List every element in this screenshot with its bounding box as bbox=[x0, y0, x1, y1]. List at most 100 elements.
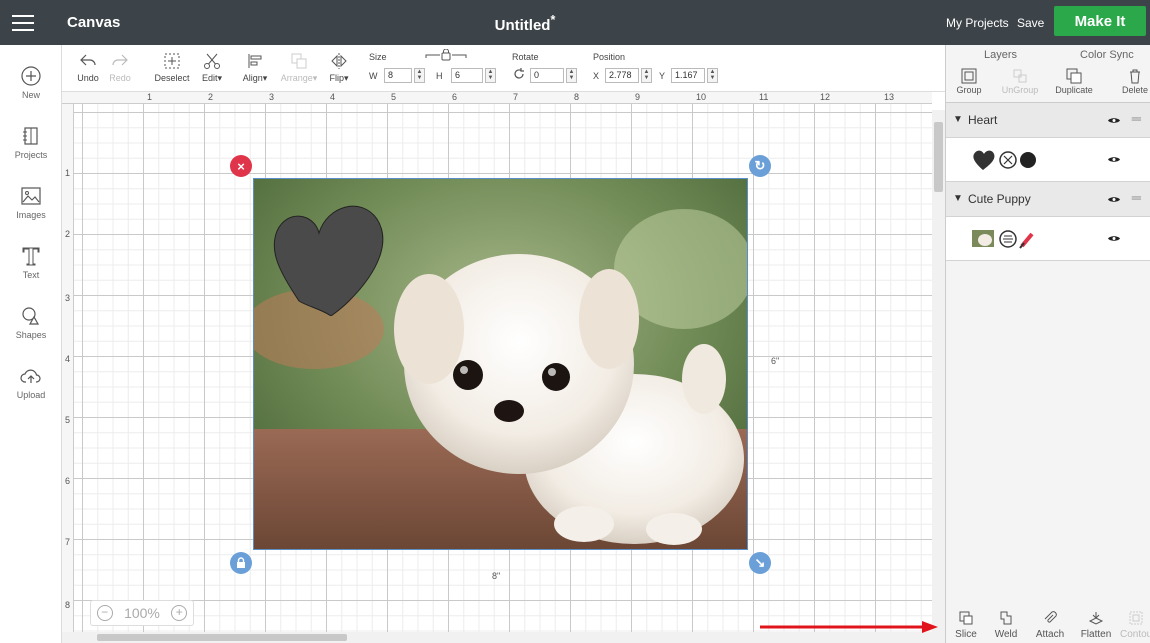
cute-puppy-image[interactable] bbox=[253, 178, 748, 550]
position-label: Position bbox=[593, 52, 626, 62]
height-dimension-label: 6" bbox=[771, 356, 780, 366]
scrollbar-thumb[interactable] bbox=[97, 634, 347, 641]
collapse-arrow-icon[interactable]: ▼ bbox=[953, 114, 963, 125]
lock-aspect-icon[interactable] bbox=[424, 49, 468, 61]
zoom-out-button[interactable]: − bbox=[96, 605, 113, 621]
tab-layers[interactable]: Layers bbox=[984, 49, 1017, 61]
layer-group-heart[interactable]: ▼ Heart ═ bbox=[946, 103, 1150, 138]
layer-actions: Group UnGroup Duplicate Delete bbox=[946, 65, 1150, 103]
drag-handle-icon[interactable]: ═ bbox=[1132, 111, 1141, 126]
heart-shape[interactable] bbox=[269, 201, 389, 316]
layer-name: Cute Puppy bbox=[968, 192, 1031, 206]
sidebar-item-new[interactable]: New bbox=[0, 65, 62, 100]
eye-icon[interactable] bbox=[1107, 195, 1121, 204]
ruler-tick: 5 bbox=[391, 92, 397, 102]
slice-icon bbox=[959, 611, 973, 625]
edit-label: Edit bbox=[201, 73, 218, 83]
sidebar-item-images[interactable]: Images bbox=[0, 185, 62, 220]
x-position-stepper[interactable]: ▲ ▼ bbox=[641, 68, 652, 83]
align-menu-button[interactable]: Align▾ bbox=[238, 51, 272, 84]
width-input[interactable]: 8 bbox=[384, 68, 412, 83]
delete-handle[interactable]: × bbox=[230, 155, 252, 177]
duplicate-button[interactable]: Duplicate bbox=[1052, 68, 1096, 95]
ruler-tick: 12 bbox=[820, 92, 831, 102]
height-input[interactable]: 6 bbox=[451, 68, 483, 83]
sidebar-item-label: Text bbox=[22, 270, 40, 280]
undo-button[interactable]: Undo bbox=[76, 51, 100, 83]
eye-icon[interactable] bbox=[1107, 234, 1121, 243]
rotate-handle[interactable]: ↻ bbox=[749, 155, 771, 177]
undo-label: Undo bbox=[77, 73, 99, 83]
ruler-tick: 5 bbox=[65, 415, 71, 425]
ruler-tick: 8 bbox=[65, 600, 71, 610]
cloud-upload-icon bbox=[20, 369, 41, 383]
layer-group-cute-puppy[interactable]: ▼ Cute Puppy ═ bbox=[946, 182, 1150, 217]
sidebar-item-label: Shapes bbox=[15, 330, 47, 340]
vertical-scrollbar[interactable] bbox=[932, 110, 945, 643]
collapse-arrow-icon[interactable]: ▼ bbox=[953, 193, 963, 204]
shapes-icon bbox=[22, 307, 40, 325]
x-position-input[interactable]: 2.778 bbox=[605, 68, 639, 83]
edit-menu-button[interactable]: Edit▾ bbox=[198, 51, 226, 84]
unsaved-marker: * bbox=[550, 13, 556, 27]
arrange-menu-button[interactable]: Arrange▾ bbox=[278, 51, 320, 84]
scrollbar-thumb[interactable] bbox=[934, 122, 943, 192]
height-stepper[interactable]: ▲ ▼ bbox=[485, 68, 496, 83]
eye-icon[interactable] bbox=[1107, 155, 1121, 164]
sidebar-item-upload[interactable]: Upload bbox=[0, 365, 62, 400]
deselect-button[interactable]: Deselect bbox=[152, 51, 192, 83]
ruler-tick: 2 bbox=[208, 92, 214, 102]
my-projects-link[interactable]: My Projects bbox=[946, 16, 1009, 30]
group-button[interactable]: Group bbox=[954, 68, 984, 95]
group-icon bbox=[961, 68, 977, 84]
resize-handle[interactable]: ↘ bbox=[749, 552, 771, 574]
flip-menu-button[interactable]: Flip▾ bbox=[326, 51, 352, 84]
ruler-tick: 6 bbox=[452, 92, 458, 102]
save-link[interactable]: Save bbox=[1017, 16, 1044, 30]
attach-button[interactable]: Attach bbox=[1032, 610, 1068, 640]
left-sidebar: New Projects Images Text Shapes Upload bbox=[0, 45, 62, 643]
rotate-input[interactable]: 0 bbox=[530, 68, 564, 83]
ruler-tick: 10 bbox=[696, 92, 707, 102]
redo-button[interactable]: Redo bbox=[108, 51, 132, 83]
weld-icon bbox=[1000, 611, 1012, 625]
drag-handle-icon[interactable]: ═ bbox=[1132, 190, 1141, 205]
align-icon bbox=[248, 54, 262, 68]
width-label: W bbox=[369, 71, 378, 81]
ruler-left: 1 2 3 4 5 6 7 8 bbox=[62, 104, 74, 643]
sidebar-item-text[interactable]: Text bbox=[0, 245, 62, 280]
contour-icon bbox=[1129, 611, 1142, 625]
lock-handle[interactable] bbox=[230, 552, 252, 574]
y-label: Y bbox=[659, 71, 666, 81]
y-position-input[interactable]: 1.167 bbox=[671, 68, 705, 83]
weld-button[interactable]: Weld bbox=[990, 610, 1022, 640]
zoom-in-button[interactable]: + bbox=[171, 605, 188, 621]
puppy-layer-thumbnail bbox=[972, 230, 1034, 249]
flatten-button[interactable]: Flatten bbox=[1076, 610, 1116, 640]
panel-tabs: Layers Color Sync bbox=[946, 45, 1150, 65]
contour-button[interactable]: Contour bbox=[1120, 610, 1150, 640]
slice-label: Slice bbox=[955, 629, 977, 640]
rotate-stepper[interactable]: ▲ ▼ bbox=[566, 68, 577, 83]
ruler-tick: 2 bbox=[65, 229, 71, 239]
ruler-tick: 1 bbox=[147, 92, 153, 102]
scissors-icon bbox=[204, 53, 220, 69]
eye-icon[interactable] bbox=[1107, 116, 1121, 125]
sidebar-item-shapes[interactable]: Shapes bbox=[0, 305, 62, 340]
delete-button[interactable]: Delete bbox=[1118, 68, 1150, 95]
sidebar-item-label: Images bbox=[16, 210, 46, 220]
make-it-button[interactable]: Make It bbox=[1054, 6, 1146, 36]
tab-color-sync[interactable]: Color Sync bbox=[1080, 49, 1134, 61]
width-stepper[interactable]: ▲ ▼ bbox=[414, 68, 425, 83]
slice-button[interactable]: Slice bbox=[950, 610, 982, 640]
deselect-label: Deselect bbox=[154, 73, 190, 83]
document-title[interactable]: Untitled* bbox=[0, 13, 1050, 34]
layer-item-heart[interactable] bbox=[946, 138, 1150, 182]
image-icon bbox=[21, 187, 41, 205]
y-position-stepper[interactable]: ▲ ▼ bbox=[707, 68, 718, 83]
layer-item-cute-puppy[interactable] bbox=[946, 217, 1150, 261]
sidebar-item-projects[interactable]: Projects bbox=[0, 125, 62, 160]
lock-icon bbox=[237, 557, 245, 568]
ruler-tick: 11 bbox=[759, 92, 769, 102]
ungroup-button[interactable]: UnGroup bbox=[998, 68, 1042, 95]
